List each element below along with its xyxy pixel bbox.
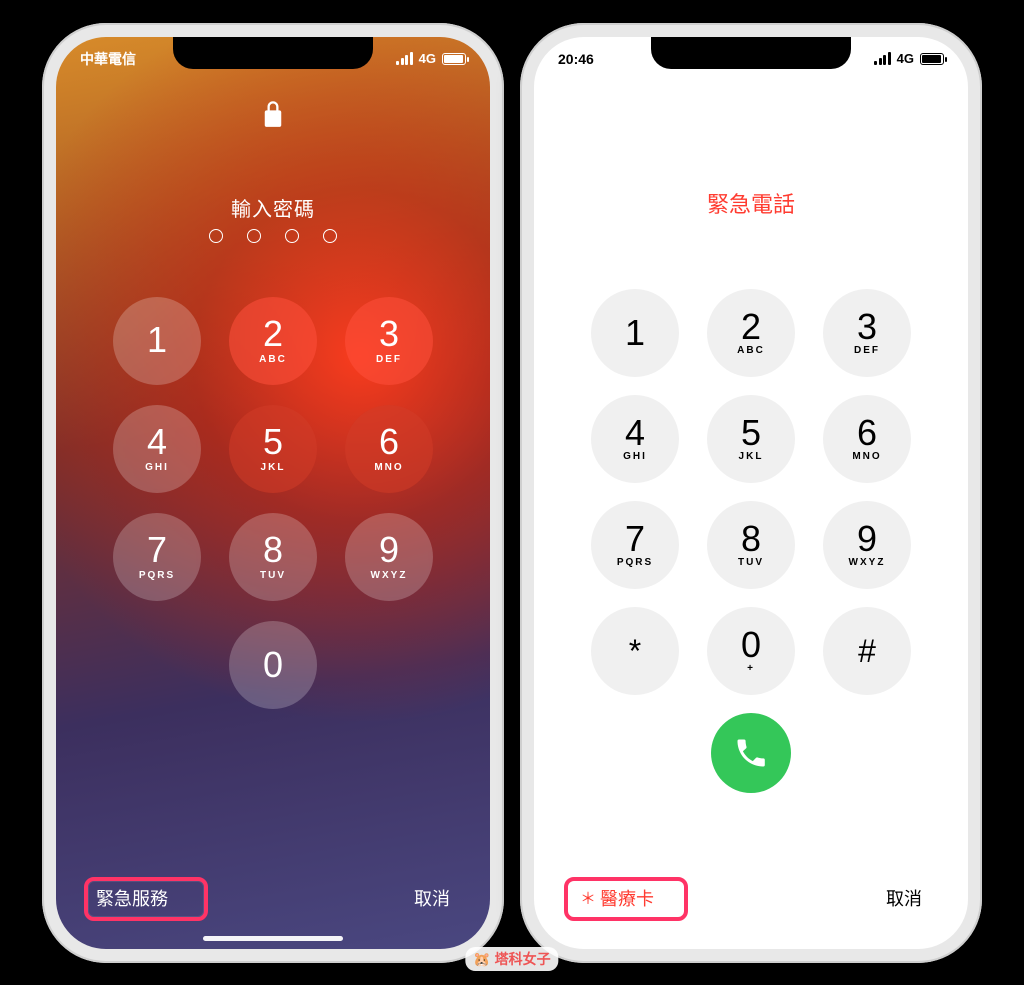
key-5[interactable]: 5JKL (229, 405, 317, 493)
time-label: 20:46 (558, 51, 594, 67)
passcode-dots (56, 229, 490, 243)
dial-key-8[interactable]: 8TUV (707, 501, 795, 589)
medical-id-label: 醫療卡 (600, 885, 654, 911)
dial-key-3[interactable]: 3DEF (823, 289, 911, 377)
dial-key-hash[interactable]: # (823, 607, 911, 695)
key-1[interactable]: 1 (113, 297, 201, 385)
dial-key-1[interactable]: 1 (591, 289, 679, 377)
dial-keypad: 1 2ABC 3DEF 4GHI 5JKL 6MNO 7PQRS 8TUV 9W… (534, 289, 968, 793)
watermark: 🐹 塔科女子 (465, 947, 558, 971)
dial-key-star[interactable]: * (591, 607, 679, 695)
dial-key-2[interactable]: 2ABC (707, 289, 795, 377)
emergency-services-button[interactable]: 緊急服務 (96, 885, 168, 911)
dial-key-4[interactable]: 4GHI (591, 395, 679, 483)
emergency-call-title: 緊急電話 (534, 187, 968, 219)
signal-icon (874, 52, 891, 65)
medical-id-button[interactable]: ＊ 醫療卡 (580, 885, 654, 911)
phone-frame-emergency-call: 20:46 4G 緊急電話 1 2ABC 3DEF 4GHI 5JKL 6MNO (520, 23, 982, 963)
key-0[interactable]: 0 (229, 621, 317, 709)
network-label: 4G (419, 51, 436, 66)
cancel-button[interactable]: 取消 (886, 885, 922, 911)
key-6[interactable]: 6MNO (345, 405, 433, 493)
emergency-call-screen: 20:46 4G 緊急電話 1 2ABC 3DEF 4GHI 5JKL 6MNO (534, 37, 968, 949)
passcode-keypad: 1 2ABC 3DEF 4GHI 5JKL 6MNO 7PQRS 8TUV 9W… (56, 297, 490, 709)
battery-icon (442, 53, 466, 65)
asterisk-icon: ＊ (580, 885, 596, 909)
dial-key-7[interactable]: 7PQRS (591, 501, 679, 589)
key-8[interactable]: 8TUV (229, 513, 317, 601)
battery-icon (920, 53, 944, 65)
key-7[interactable]: 7PQRS (113, 513, 201, 601)
dial-key-9[interactable]: 9WXYZ (823, 501, 911, 589)
dial-key-0[interactable]: 0+ (707, 607, 795, 695)
network-label: 4G (897, 51, 914, 66)
passcode-prompt: 輸入密碼 (56, 193, 490, 222)
cancel-button[interactable]: 取消 (414, 885, 450, 911)
key-3[interactable]: 3DEF (345, 297, 433, 385)
call-button[interactable] (711, 713, 791, 793)
phone-icon (733, 735, 769, 771)
key-4[interactable]: 4GHI (113, 405, 201, 493)
notch (651, 37, 851, 69)
key-9[interactable]: 9WXYZ (345, 513, 433, 601)
lock-icon (262, 101, 284, 134)
passcode-screen: 中華電信 4G 輸入密碼 1 2ABC 3DEF (56, 37, 490, 949)
carrier-label: 中華電信 (80, 49, 136, 69)
home-indicator[interactable] (203, 936, 343, 941)
dial-key-6[interactable]: 6MNO (823, 395, 911, 483)
signal-icon (396, 52, 413, 65)
phone-frame-passcode: 中華電信 4G 輸入密碼 1 2ABC 3DEF (42, 23, 504, 963)
key-2[interactable]: 2ABC (229, 297, 317, 385)
notch (173, 37, 373, 69)
dial-key-5[interactable]: 5JKL (707, 395, 795, 483)
